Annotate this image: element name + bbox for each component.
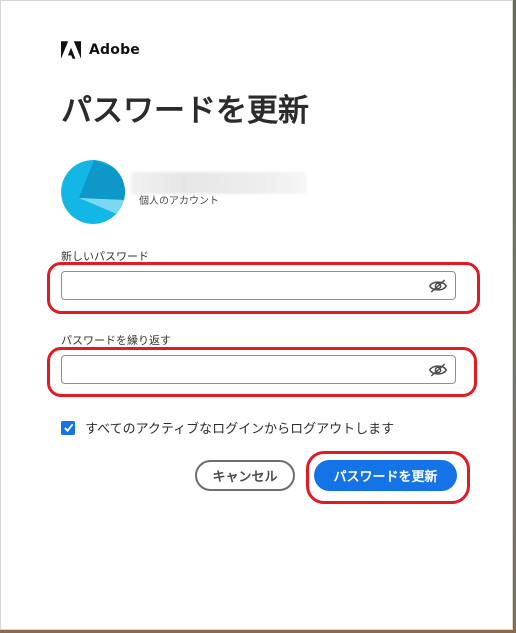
new-password-input[interactable] xyxy=(62,272,420,298)
logout-all-label: すべてのアクティブなログインからログアウトします xyxy=(85,422,395,437)
eye-slash-icon[interactable] xyxy=(429,362,447,378)
repeat-password-field[interactable] xyxy=(61,355,456,384)
eye-slash-icon[interactable] xyxy=(429,278,447,294)
repeat-password-label: パスワードを繰り返す xyxy=(61,334,171,347)
repeat-password-input[interactable] xyxy=(62,356,420,382)
update-password-button[interactable]: パスワードを更新 xyxy=(314,460,457,491)
new-password-label: 新しいパスワード xyxy=(61,250,149,263)
logout-all-option[interactable]: すべてのアクティブなログインからログアウトします xyxy=(61,418,394,437)
avatar-icon xyxy=(61,160,125,224)
account-type-label: 個人のアカウント xyxy=(139,196,219,207)
logout-all-checkbox[interactable] xyxy=(61,420,75,435)
account-info: 個人のアカウント xyxy=(61,160,481,224)
checkmark-icon xyxy=(63,423,73,433)
update-password-dialog: Adobe パスワードを更新 個人のアカウント 新しいパスワード パスワードを繰… xyxy=(0,0,513,630)
avatar xyxy=(61,160,125,224)
cancel-button[interactable]: キャンセル xyxy=(195,460,295,491)
adobe-logo: Adobe xyxy=(61,41,140,59)
account-name-redacted xyxy=(131,172,307,194)
brand-name: Adobe xyxy=(89,42,140,58)
new-password-field[interactable] xyxy=(61,271,456,300)
adobe-logo-icon xyxy=(61,41,81,59)
page-title: パスワードを更新 xyxy=(61,93,309,129)
